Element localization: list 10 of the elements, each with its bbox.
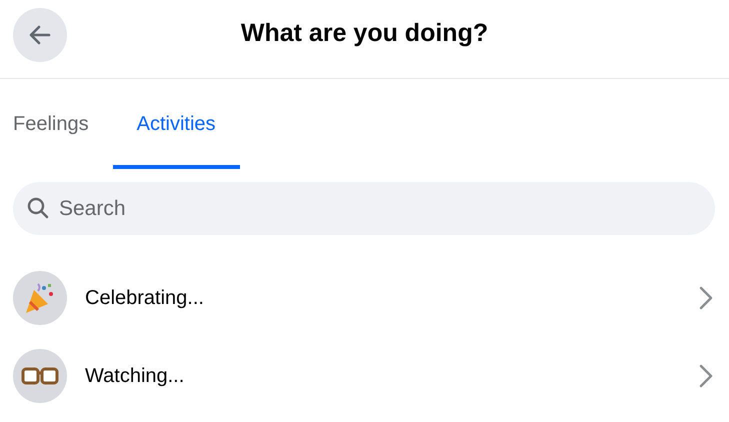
chevron-right-icon [699, 286, 713, 310]
activity-item[interactable]: Celebrating... [0, 271, 729, 325]
back-arrow-icon [29, 25, 51, 45]
chevron-right-icon [699, 364, 713, 388]
tab[interactable]: Feelings [0, 79, 113, 169]
glasses-icon [21, 365, 59, 387]
dialog-title: What are you doing? [240, 18, 488, 48]
tab[interactable]: Activities [112, 79, 240, 169]
activity-item[interactable]: Watching... [0, 349, 729, 403]
search-field[interactable]: Search [13, 182, 715, 235]
